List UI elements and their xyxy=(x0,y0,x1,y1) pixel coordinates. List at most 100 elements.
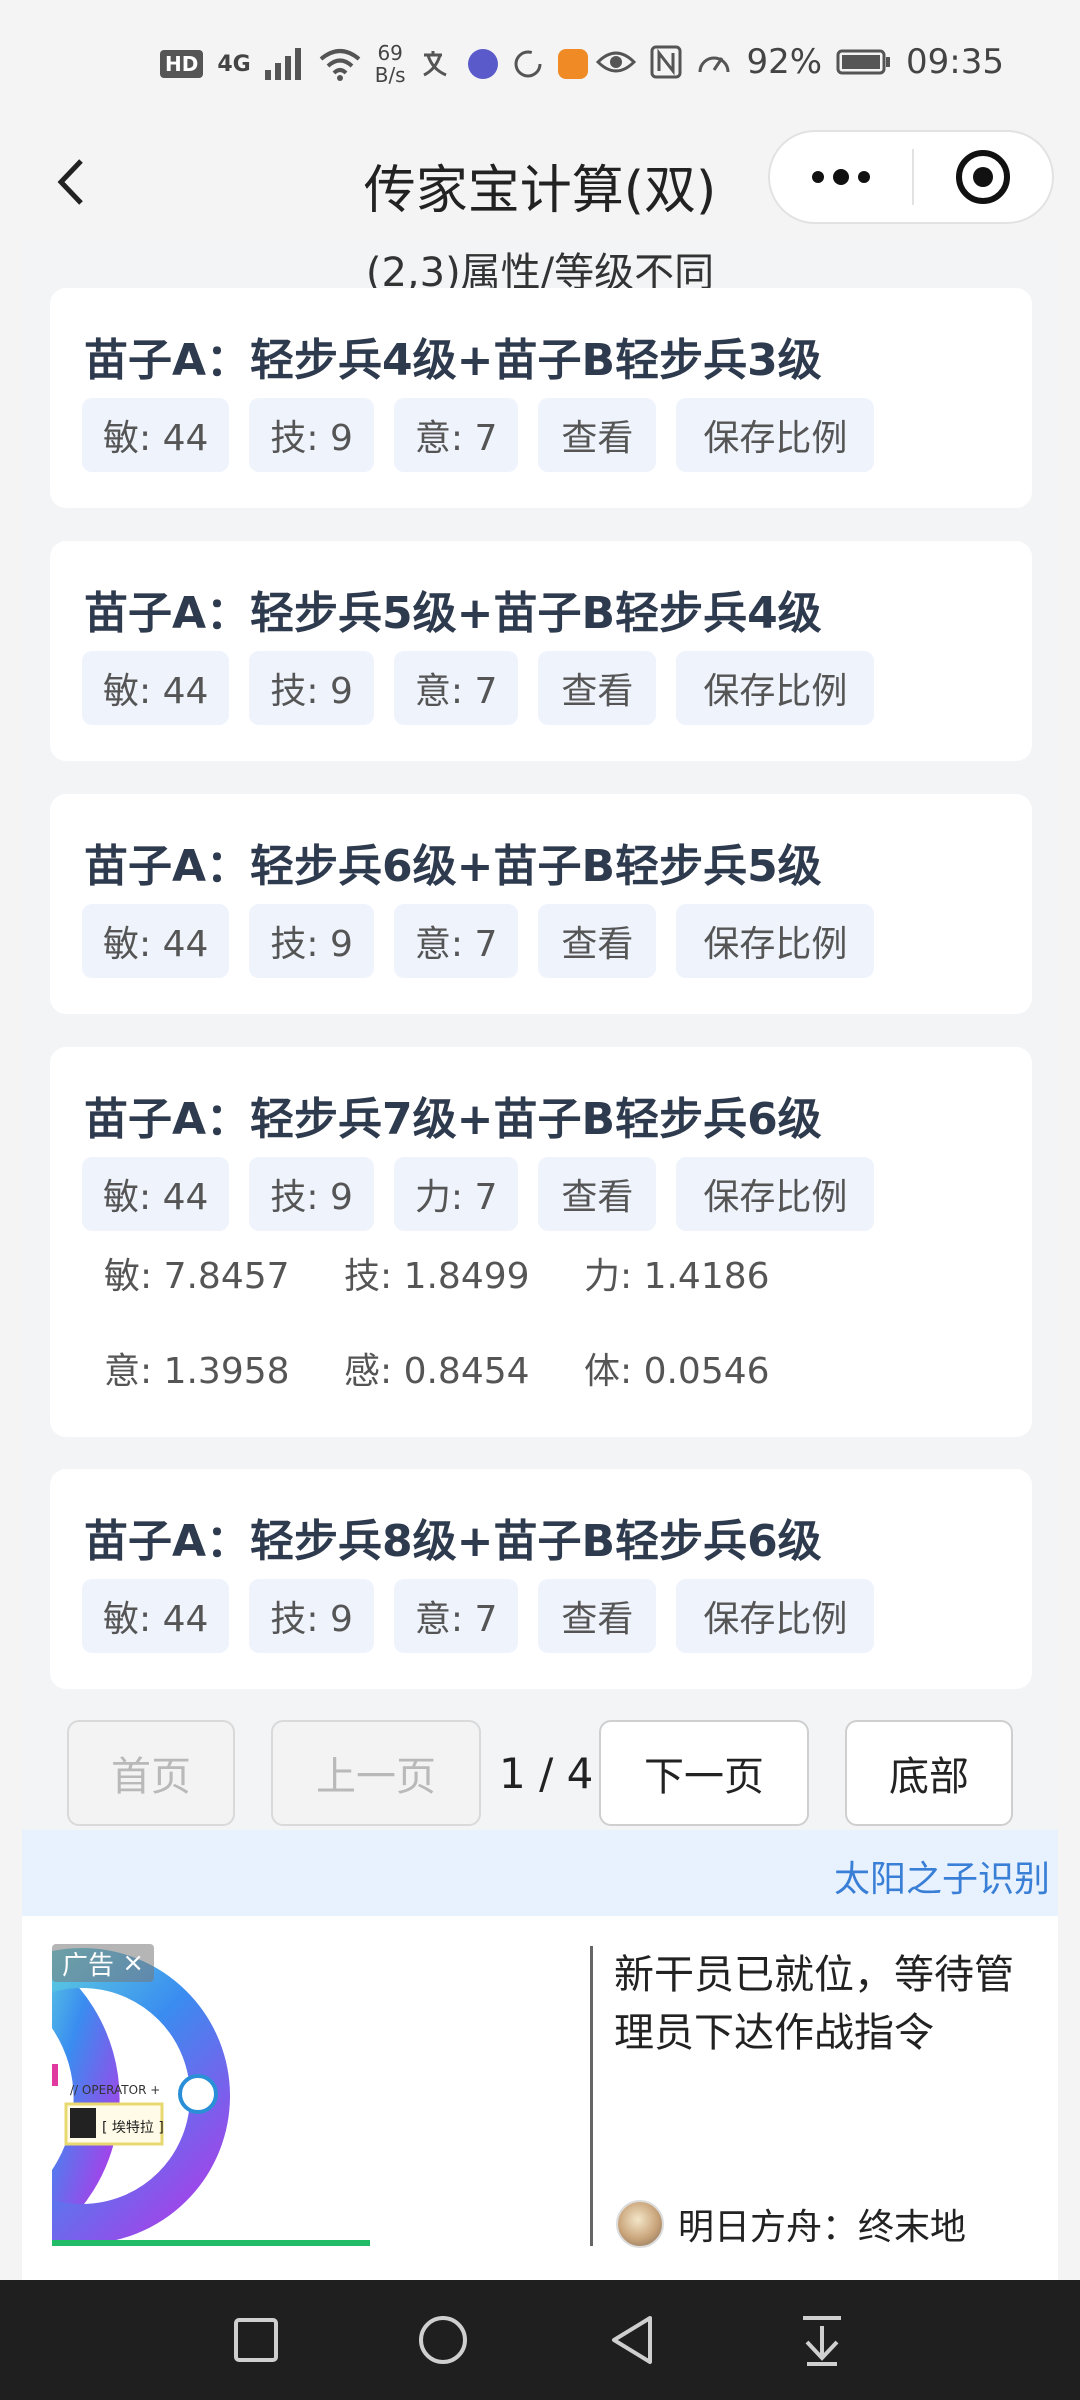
ad-source-name: 明日方舟：终末地 xyxy=(678,2207,967,2248)
ad-name-text: [ 埃特拉 ] xyxy=(102,2120,164,2136)
result-card: 苗子A：轻步兵5级+苗子B轻步兵4级 敏: 44 技: 9 意: 7 查看 保存… xyxy=(50,541,1032,761)
save-ratio-button[interactable]: 保存比例 xyxy=(676,651,875,725)
wifi-icon xyxy=(319,49,361,81)
nfc-icon xyxy=(650,45,682,79)
attr-chip: 敏: 44 xyxy=(82,398,230,472)
attr-chip: 敏: 44 xyxy=(82,1579,230,1653)
notice-marquee[interactable]: 太阳之子识别 xyxy=(22,1830,1058,1916)
sticker-app-icon xyxy=(467,49,498,79)
marquee-text: 太阳之子识别 xyxy=(834,1859,1051,1900)
attr-chip: 技: 9 xyxy=(249,398,374,472)
attr-chip: 意: 7 xyxy=(393,904,519,978)
ratio-value: 技: 1.8499 xyxy=(344,1256,530,1297)
ad-headline: 新干员已就位，等待管理员下达作战指令 xyxy=(614,1952,1014,2056)
back-nav-button[interactable] xyxy=(602,2310,662,2370)
ad-image[interactable]: // OPERATOR + [ 埃特拉 ] xyxy=(52,1944,612,2244)
first-page-button[interactable]: 首页 xyxy=(67,1720,235,1826)
close-miniprogram-button[interactable] xyxy=(914,132,1052,222)
avatar xyxy=(616,2200,664,2248)
ratio-value: 敏: 7.8457 xyxy=(104,1256,290,1297)
view-button[interactable]: 查看 xyxy=(538,904,657,978)
section-subtitle: (2,3)属性/等级不同 xyxy=(365,250,715,296)
attr-chip: 技: 9 xyxy=(249,1579,374,1653)
hd-badge: HD xyxy=(160,50,204,78)
status-bar: HD 4G 69 B/s 92% 09:35 xyxy=(0,0,1080,130)
result-card: 苗子A：轻步兵6级+苗子B轻步兵5级 敏: 44 技: 9 意: 7 查看 保存… xyxy=(50,794,1032,1014)
battery-percent: 92% xyxy=(746,42,823,82)
attr-chip: 技: 9 xyxy=(249,1157,374,1231)
ad-divider xyxy=(590,1946,593,2246)
attr-chip: 敏: 44 xyxy=(82,651,230,725)
prev-page-button[interactable]: 上一页 xyxy=(271,1720,481,1826)
view-button[interactable]: 查看 xyxy=(538,398,657,472)
view-button[interactable]: 查看 xyxy=(538,651,657,725)
net-speed: 69 B/s xyxy=(375,42,406,86)
pull-down-icon xyxy=(803,2316,841,2366)
attr-chip: 敏: 44 xyxy=(82,1157,230,1231)
attr-chip: 意: 7 xyxy=(393,1579,519,1653)
recents-button[interactable] xyxy=(226,2310,286,2370)
signal-icon xyxy=(264,48,301,80)
battery-icon xyxy=(836,49,891,75)
translate-icon xyxy=(422,51,447,77)
eye-icon xyxy=(596,51,637,73)
app-header: 传家宝计算(双) xyxy=(0,130,1080,240)
ad-label[interactable]: 广告 × xyxy=(52,1944,155,1982)
attr-chip: 力: 7 xyxy=(393,1157,519,1231)
result-list-panel: (2,3)属性/等级不同 苗子A：轻步兵4级+苗子B轻步兵3级 敏: 44 技:… xyxy=(22,240,1058,1830)
attr-chip: 技: 9 xyxy=(249,904,374,978)
chip-row: 敏: 44 技: 9 力: 7 查看 保存比例 xyxy=(82,1157,875,1231)
more-button[interactable] xyxy=(770,132,912,222)
circle-icon xyxy=(419,2316,467,2364)
ad-artwork: // OPERATOR + [ 埃特拉 ] xyxy=(52,1944,612,2244)
net-speed-unit: B/s xyxy=(374,63,406,87)
ad-banner[interactable]: // OPERATOR + [ 埃特拉 ] 广告 × 新干员已就位，等待管理员下… xyxy=(22,1916,1058,2280)
view-button[interactable]: 查看 xyxy=(538,1579,657,1653)
ad-progress-bar xyxy=(52,2240,370,2246)
bottom-button[interactable]: 底部 xyxy=(845,1720,1013,1826)
chip-row: 敏: 44 技: 9 意: 7 查看 保存比例 xyxy=(82,904,875,978)
more-dots-icon xyxy=(812,169,870,185)
card-title: 苗子A：轻步兵7级+苗子B轻步兵6级 xyxy=(84,1094,822,1145)
attr-chip: 技: 9 xyxy=(249,651,374,725)
speedometer-icon xyxy=(698,56,730,73)
clock: 09:35 xyxy=(906,42,1004,82)
main-content: (2,3)属性/等级不同 苗子A：轻步兵4级+苗子B轻步兵3级 敏: 44 技:… xyxy=(22,240,1058,2280)
notification-pull-button[interactable] xyxy=(792,2310,852,2370)
pagination: 首页 上一页 1 / 4 下一页 底部 xyxy=(22,1720,1058,1830)
miniprogram-capsule xyxy=(768,130,1054,224)
result-card: 苗子A：轻步兵4级+苗子B轻步兵3级 敏: 44 技: 9 意: 7 查看 保存… xyxy=(50,288,1032,508)
next-page-button[interactable]: 下一页 xyxy=(599,1720,809,1826)
ratio-value: 体: 0.0546 xyxy=(584,1351,770,1392)
save-ratio-button[interactable]: 保存比例 xyxy=(676,1579,875,1653)
result-card: 苗子A：轻步兵8级+苗子B轻步兵6级 敏: 44 技: 9 意: 7 查看 保存… xyxy=(50,1469,1032,1689)
chip-row: 敏: 44 技: 9 意: 7 查看 保存比例 xyxy=(82,651,875,725)
chip-row: 敏: 44 技: 9 意: 7 查看 保存比例 xyxy=(82,1579,875,1653)
loading-circle-icon xyxy=(514,50,542,78)
net-speed-value: 69 xyxy=(377,41,403,65)
ratio-value: 意: 1.3958 xyxy=(104,1351,290,1392)
view-button[interactable]: 查看 xyxy=(538,1157,657,1231)
attr-chip: 意: 7 xyxy=(393,398,519,472)
home-button[interactable] xyxy=(413,2310,473,2370)
ad-source: 明日方舟：终末地 xyxy=(616,2198,966,2250)
save-ratio-button[interactable]: 保存比例 xyxy=(676,398,875,472)
network-label: 4G xyxy=(217,51,251,77)
card-title: 苗子A：轻步兵8级+苗子B轻步兵6级 xyxy=(84,1516,822,1567)
save-ratio-button[interactable]: 保存比例 xyxy=(676,904,875,978)
ratio-value: 感: 0.8454 xyxy=(344,1351,530,1392)
square-icon xyxy=(234,2318,278,2362)
card-title: 苗子A：轻步兵6级+苗子B轻步兵5级 xyxy=(84,841,822,892)
attr-chip: 敏: 44 xyxy=(82,904,230,978)
chip-row: 敏: 44 技: 9 意: 7 查看 保存比例 xyxy=(82,398,875,472)
close-icon[interactable]: × xyxy=(122,1948,144,1978)
attr-chip: 意: 7 xyxy=(393,651,519,725)
triangle-back-icon xyxy=(612,2316,652,2364)
system-nav-bar xyxy=(0,2280,1080,2400)
save-ratio-button[interactable]: 保存比例 xyxy=(676,1157,875,1231)
ad-label-text: 广告 xyxy=(62,1950,115,1981)
card-title: 苗子A：轻步兵4级+苗子B轻步兵3级 xyxy=(84,335,822,386)
status-right: 92% 09:35 xyxy=(596,42,1004,82)
card-title: 苗子A：轻步兵5级+苗子B轻步兵4级 xyxy=(84,588,822,639)
status-left: HD 4G 69 B/s xyxy=(160,42,588,86)
